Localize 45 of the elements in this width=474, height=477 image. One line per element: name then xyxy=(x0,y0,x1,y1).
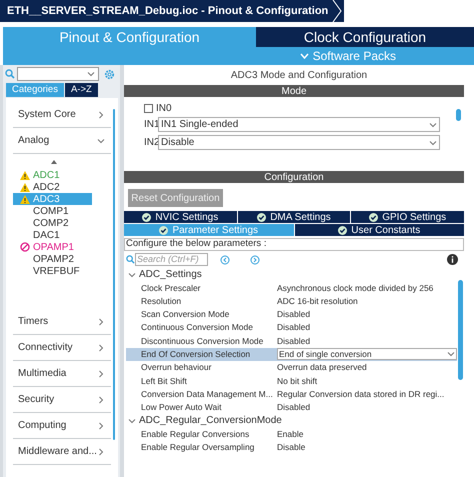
group-row[interactable]: ADC_Regular_ConversionMode xyxy=(124,414,457,428)
parameter-row[interactable]: Low Power Auto Wait Disabled xyxy=(126,400,457,414)
parameter-row[interactable]: Scan Conversion Mode Disabled xyxy=(126,308,457,322)
parameter-row[interactable]: Discontinuous Conversion Mode Disabled xyxy=(126,334,457,348)
peripheral-item[interactable]: VREFBUF xyxy=(13,265,92,277)
parameter-row[interactable]: Resolution ADC 16-bit resolution xyxy=(126,294,457,308)
settings-tab[interactable]: User Constants xyxy=(294,224,464,236)
category-item[interactable]: Analog xyxy=(13,128,111,154)
peripheral-item[interactable]: ADC2 xyxy=(13,181,92,193)
group-row[interactable]: ADC_Settings xyxy=(124,268,457,282)
mode-header: Mode xyxy=(124,85,464,97)
channel-dropdown[interactable]: Disable xyxy=(158,135,440,150)
category-item[interactable]: Multimedia xyxy=(13,361,111,387)
parameter-row[interactable]: Left Bit Shift No bit shift xyxy=(126,374,457,388)
parameter-row[interactable]: Enable Regular Conversions Enable xyxy=(126,428,457,441)
parameter-row[interactable]: Clock Prescaler Asynchronous clock mode divided by 256 xyxy=(126,281,457,295)
settings-tab[interactable]: NVIC Settings xyxy=(124,211,237,223)
panel-title: ADC3 Mode and Configuration xyxy=(230,68,368,82)
configuration-header: Configuration xyxy=(124,171,464,183)
parameter-row[interactable]: Continuous Conversion Mode Disabled xyxy=(126,321,457,334)
settings-tab[interactable]: DMA Settings xyxy=(238,211,350,223)
category-item[interactable]: Connectivity xyxy=(13,335,111,361)
category-item[interactable]: System Core xyxy=(13,102,111,128)
channel-label: IN1 xyxy=(144,118,156,132)
parameter-row[interactable]: Conversion Data Management M... Regular Conversion data stored in DR regi... xyxy=(126,388,457,401)
category-item[interactable]: Middleware and... xyxy=(13,439,111,465)
peripheral-item[interactable]: OPAMP2 xyxy=(13,253,92,265)
peripheral-item[interactable]: OPAMP1 xyxy=(13,241,92,253)
main-tab[interactable]: Clock Configuration xyxy=(256,27,474,47)
checkbox-label: IN0 xyxy=(156,102,172,116)
category-item[interactable]: Computing xyxy=(13,413,111,439)
description-field: Configure the below parameters : xyxy=(124,238,464,251)
settings-tab[interactable]: GPIO Settings xyxy=(351,211,464,223)
peripheral-item[interactable]: DAC1 xyxy=(13,229,92,241)
parameter-row[interactable]: Overrun behaviour Overrun data preserved xyxy=(126,361,457,374)
window-title: ETH__SERVER_STREAM_Debug.ioc - Pinout & Configuration xyxy=(7,4,328,19)
search-field[interactable]: Search (Ctrl+F) xyxy=(135,253,208,266)
category-item[interactable]: Timers xyxy=(13,309,111,335)
view-tab[interactable]: A->Z xyxy=(64,83,98,97)
peripheral-item[interactable]: COMP1 xyxy=(13,205,92,217)
peripheral-item[interactable]: COMP2 xyxy=(13,217,92,229)
parameter-row[interactable]: End Of Conversion Selection End of single conversion xyxy=(126,348,457,362)
category-item[interactable]: Security xyxy=(13,387,111,413)
parameter-row[interactable]: Enable Regular Oversampling Disable xyxy=(126,440,457,454)
channel-dropdown[interactable]: IN1 Single-ended xyxy=(158,117,440,132)
